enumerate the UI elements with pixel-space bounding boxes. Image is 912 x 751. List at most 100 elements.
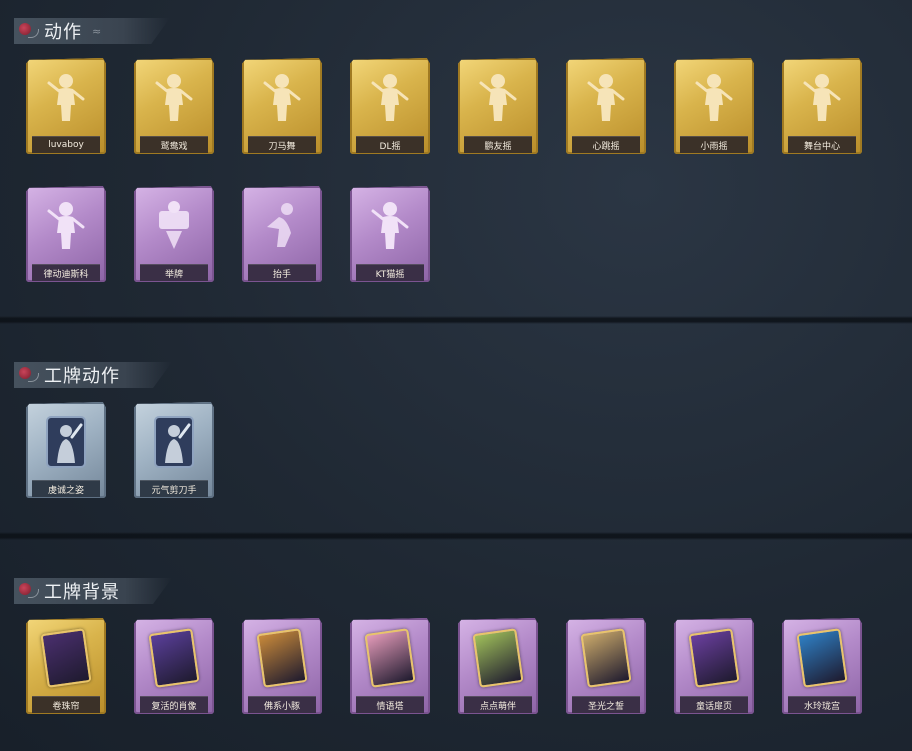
section-header-badge-actions: 工牌动作 (14, 362, 172, 388)
card-label: 水玲珑宫 (803, 701, 840, 712)
badge-background-icon (148, 628, 200, 688)
card-label: 抬手 (272, 269, 291, 280)
dance-figure-icon (40, 68, 92, 128)
item-card[interactable]: 抬手 (242, 186, 326, 282)
card-label: 卷珠帘 (52, 701, 80, 712)
section-header-badge-backgrounds: 工牌背景 (14, 578, 172, 604)
card-label-bar: 点点萌伴 (464, 696, 532, 713)
badge-background-preview (688, 628, 740, 688)
dance-figure-icon (256, 68, 308, 128)
card-label-bar: 刀马舞 (248, 136, 316, 153)
badge-background-preview (580, 628, 632, 688)
dance-figure-icon (364, 68, 416, 128)
badge-background-preview (148, 628, 200, 688)
card-label-bar: 水玲珑宫 (788, 696, 856, 713)
item-card[interactable]: 水玲珑宫 (782, 618, 866, 714)
badge-background-preview (472, 628, 524, 688)
section-title: 动作 (44, 22, 82, 43)
item-card[interactable]: 情语塔 (350, 618, 434, 714)
card-label-bar: luvaboy (32, 136, 100, 153)
card-label-bar: KT猫摇 (356, 264, 424, 281)
badge-background-icon (364, 628, 416, 688)
card-label: 举牌 (164, 269, 183, 280)
card-label: 元气剪刀手 (151, 485, 197, 496)
card-label-bar: 卷珠帘 (32, 696, 100, 713)
card-label: 点点萌伴 (479, 701, 516, 712)
card-label-bar: 律动迪斯科 (32, 264, 100, 281)
seal-icon (16, 580, 39, 602)
section-header-actions: 动作 ≈ (14, 18, 170, 44)
card-label: 情语塔 (376, 701, 404, 712)
badge-background-icon (580, 628, 632, 688)
card-label: 佛系小豚 (263, 701, 300, 712)
badge-background-preview (40, 628, 92, 688)
card-label: 刀马舞 (268, 141, 296, 152)
item-card[interactable]: 童话扉页 (674, 618, 758, 714)
card-label-bar: 虔诚之姿 (32, 480, 100, 497)
title-decoration: ≈ (92, 24, 102, 38)
item-card[interactable]: 点点萌伴 (458, 618, 542, 714)
card-label-bar: 童话扉页 (680, 696, 748, 713)
item-card[interactable]: 鹫鸯戏 (134, 58, 218, 154)
item-card[interactable]: 虔诚之姿 (26, 402, 110, 498)
badge-background-icon (796, 628, 848, 688)
card-label-bar: 佛系小豚 (248, 696, 316, 713)
item-card[interactable]: DL摇 (350, 58, 434, 154)
item-card[interactable]: 舞台中心 (782, 58, 866, 154)
item-card[interactable]: KT猫摇 (350, 186, 434, 282)
card-label-bar: 鹫鸯戏 (140, 136, 208, 153)
section-divider (0, 316, 912, 324)
card-label: 心跳摇 (592, 141, 620, 152)
card-label-bar: 复活的肖像 (140, 696, 208, 713)
card-label-bar: 圣光之誓 (572, 696, 640, 713)
item-card[interactable]: 圣光之誓 (566, 618, 650, 714)
badge-pose-icon (148, 412, 200, 472)
dance-figure-icon (148, 68, 200, 128)
card-label: 圣光之誓 (587, 701, 624, 712)
card-label-bar: 鹏友摇 (464, 136, 532, 153)
card-label: 律动迪斯科 (43, 269, 89, 280)
hand-raise-icon (256, 196, 308, 256)
item-card[interactable]: 举牌 (134, 186, 218, 282)
item-card[interactable]: 元气剪刀手 (134, 402, 218, 498)
sign-holding-icon (148, 196, 200, 256)
item-card[interactable]: 心跳摇 (566, 58, 650, 154)
card-label: 鹏友摇 (484, 141, 512, 152)
section-title: 工牌背景 (44, 582, 120, 603)
dance-figure-icon (688, 68, 740, 128)
card-label-bar: 情语塔 (356, 696, 424, 713)
card-label-bar: DL摇 (356, 136, 424, 153)
card-label: 虔诚之姿 (47, 485, 84, 496)
badge-background-icon (688, 628, 740, 688)
seal-icon (16, 20, 39, 42)
badge-background-preview (256, 628, 308, 688)
card-label: 小雨摇 (700, 141, 728, 152)
card-label: 鹫鸯戏 (160, 141, 188, 152)
item-card[interactable]: luvaboy (26, 58, 110, 154)
dance-figure-icon (40, 196, 92, 256)
badge-background-icon (40, 628, 92, 688)
card-label-bar: 抬手 (248, 264, 316, 281)
dance-figure-icon (580, 68, 632, 128)
dance-figure-icon (796, 68, 848, 128)
card-label-bar: 舞台中心 (788, 136, 856, 153)
card-label: 复活的肖像 (151, 701, 197, 712)
badge-background-preview (796, 628, 848, 688)
item-card[interactable]: 卷珠帘 (26, 618, 110, 714)
item-card[interactable]: 佛系小豚 (242, 618, 326, 714)
card-label: luvaboy (48, 140, 84, 150)
dance-figure-icon (472, 68, 524, 128)
card-label: DL摇 (379, 141, 401, 152)
seal-icon (16, 364, 39, 386)
dance-figure-icon (364, 196, 416, 256)
card-label-bar: 举牌 (140, 264, 208, 281)
item-card[interactable]: 小雨摇 (674, 58, 758, 154)
card-label: 舞台中心 (803, 141, 840, 152)
section-title: 工牌动作 (44, 366, 120, 387)
section-divider (0, 532, 912, 540)
item-card[interactable]: 鹏友摇 (458, 58, 542, 154)
item-card[interactable]: 刀马舞 (242, 58, 326, 154)
item-card[interactable]: 复活的肖像 (134, 618, 218, 714)
card-label-bar: 小雨摇 (680, 136, 748, 153)
item-card[interactable]: 律动迪斯科 (26, 186, 110, 282)
